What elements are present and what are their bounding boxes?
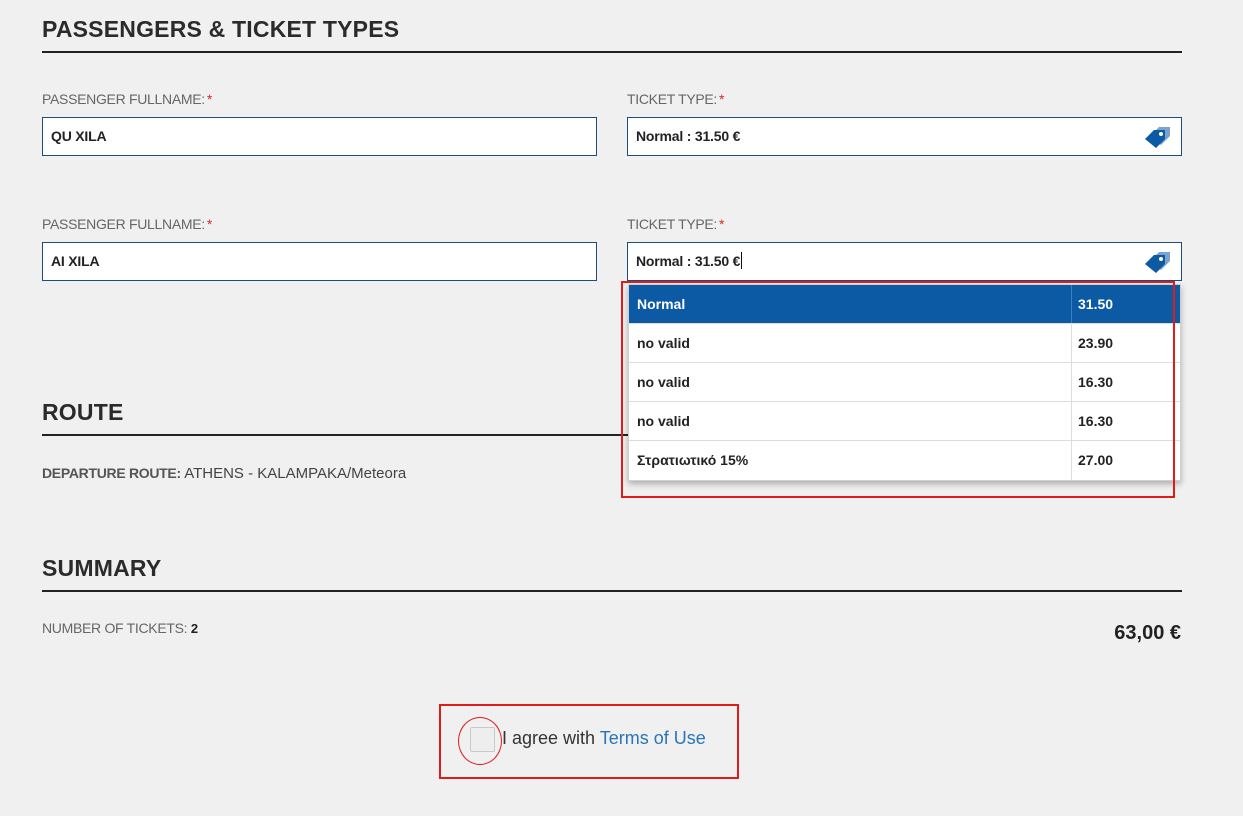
departure-route: DEPARTURE ROUTE: ATHENS - KALAMPAKA/Mete… <box>42 465 406 482</box>
number-of-tickets: NUMBER OF TICKETS: 2 <box>42 620 198 636</box>
annotation-highlight-box <box>621 281 1175 498</box>
passenger-fullname-input-2[interactable]: AI XILA <box>42 242 597 281</box>
section-divider <box>42 590 1182 592</box>
required-mark: * <box>206 91 213 107</box>
ticket-type-label: TICKET TYPE: * <box>627 216 725 232</box>
ticket-type-label: TICKET TYPE: * <box>627 91 725 107</box>
passenger-fullname-input-1[interactable]: QU XILA <box>42 117 597 156</box>
terms-of-use-link[interactable]: Terms of Use <box>600 728 706 748</box>
passenger-fullname-label: PASSENGER FULLNAME: * <box>42 216 213 232</box>
required-mark: * <box>719 216 725 232</box>
passenger-fullname-label: PASSENGER FULLNAME: * <box>42 91 213 107</box>
tickets-label: NUMBER OF TICKETS: <box>42 620 188 636</box>
total-price: 63,00 € <box>1114 622 1181 644</box>
summary-section-title: SUMMARY <box>42 555 162 581</box>
price-tag-icon[interactable] <box>1143 126 1171 148</box>
departure-route-value: ATHENS - KALAMPAKA/Meteora <box>184 465 407 482</box>
section-divider <box>42 51 1182 53</box>
ticket-type-select-1[interactable]: Normal : 31.50 € <box>627 117 1182 156</box>
price-tag-icon[interactable] <box>1143 251 1171 273</box>
departure-route-label: DEPARTURE ROUTE: <box>42 465 181 481</box>
passengers-section-title: PASSENGERS & TICKET TYPES <box>42 16 400 42</box>
route-section-title: ROUTE <box>42 399 124 425</box>
annotation-highlight-circle <box>458 717 502 765</box>
terms-agreement: I agree with Terms of Use <box>502 728 706 749</box>
required-mark: * <box>206 216 213 232</box>
terms-text: I agree with <box>502 728 596 748</box>
text-cursor <box>741 252 743 270</box>
ticket-type-select-2[interactable]: Normal : 31.50 € <box>627 242 1182 281</box>
required-mark: * <box>719 91 725 107</box>
tickets-count: 2 <box>190 621 198 636</box>
section-divider <box>42 434 632 436</box>
